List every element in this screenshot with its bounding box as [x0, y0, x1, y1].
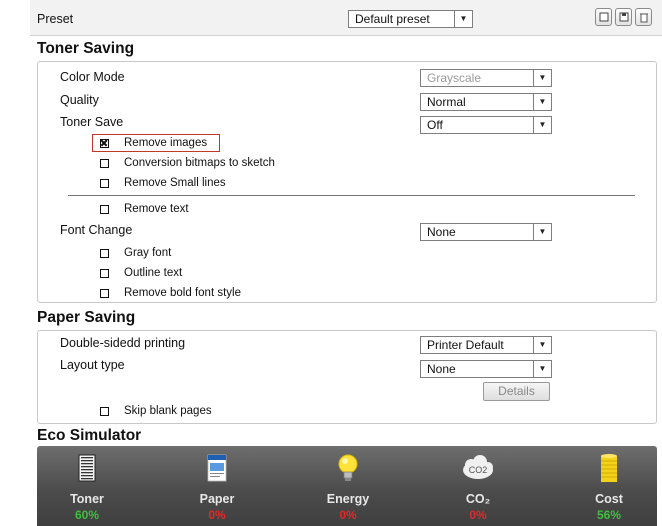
remove-text-checkbox[interactable]: [100, 204, 109, 214]
skip-blank-pages-label: Skip blank pages: [124, 405, 212, 417]
color-mode-value: Grayscale: [427, 71, 482, 85]
gray-font-label: Gray font: [124, 247, 172, 259]
coins-icon: [601, 454, 617, 482]
quality-label: Quality: [60, 93, 99, 107]
eco-value-paper: 0%: [208, 508, 226, 522]
conversion-bitmaps-checkbox[interactable]: [100, 158, 109, 168]
toner-icon: [78, 454, 96, 482]
eco-value-toner: 60%: [74, 508, 100, 522]
preset-label: Preset: [37, 12, 74, 26]
font-change-label: Font Change: [60, 223, 133, 237]
details-button[interactable]: Details: [483, 382, 550, 401]
eco-value-co2: 0%: [469, 508, 487, 522]
chevron-down-icon: ▼: [533, 361, 551, 377]
gray-font-option[interactable]: Gray font: [100, 247, 171, 259]
remove-text-option[interactable]: Remove text: [100, 203, 189, 215]
paper-saving-title: Paper Saving: [37, 309, 136, 326]
chevron-down-icon: ▼: [533, 117, 551, 133]
eco-value-cost: 56%: [596, 508, 622, 522]
quality-select[interactable]: Normal ▼: [420, 93, 552, 111]
toner-save-value: Off: [427, 118, 443, 132]
preset-select-value: Default preset: [355, 12, 430, 26]
gray-font-checkbox[interactable]: [100, 248, 109, 258]
remove-bold-checkbox[interactable]: [100, 288, 109, 298]
skip-blank-pages-checkbox[interactable]: [100, 406, 109, 416]
new-document-icon: [599, 12, 608, 22]
conversion-bitmaps-option[interactable]: Conversion bitmaps to sketch: [100, 157, 275, 169]
layout-type-value: None: [427, 362, 456, 376]
remove-text-label: Remove text: [124, 203, 189, 215]
remove-bold-label: Remove bold font style: [124, 287, 241, 299]
preset-select[interactable]: Default preset ▼: [348, 10, 473, 28]
chevron-down-icon: ▼: [533, 337, 551, 353]
chevron-down-icon: ▼: [533, 94, 551, 110]
toner-save-select[interactable]: Off ▼: [420, 116, 552, 134]
color-mode-select[interactable]: Grayscale ▼: [420, 69, 552, 87]
chevron-down-icon: ▼: [533, 224, 551, 240]
trash-icon: [639, 13, 648, 22]
preset-actions: [595, 8, 652, 26]
remove-images-label: Remove images: [124, 137, 208, 149]
outline-text-option[interactable]: Outline text: [100, 267, 182, 279]
skip-blank-pages-option[interactable]: Skip blank pages: [100, 405, 212, 417]
delete-preset-button[interactable]: [635, 8, 652, 26]
eco-print-settings-panel: Preset Default preset ▼ Toner Saving Col…: [0, 0, 662, 526]
eco-label-co2: CO₂: [465, 492, 491, 506]
remove-small-lines-option[interactable]: Remove Small lines: [100, 177, 226, 189]
eco-simulator-panel: Toner 60% Paper 0% Energy 0% CO2 CO₂ 0% …: [37, 446, 657, 526]
double-sided-value: Printer Default: [427, 338, 504, 352]
divider: [68, 195, 635, 196]
toner-save-label: Toner Save: [60, 115, 124, 129]
co2-icon-text: CO2: [469, 465, 488, 475]
remove-small-lines-label: Remove Small lines: [124, 177, 226, 189]
outline-text-checkbox[interactable]: [100, 268, 109, 278]
chevron-down-icon: ▼: [454, 11, 472, 27]
toner-saving-title: Toner Saving: [37, 40, 135, 57]
paper-icon: [207, 454, 227, 482]
bulb-icon: [338, 454, 358, 481]
save-preset-button[interactable]: [615, 8, 632, 26]
layout-type-select[interactable]: None ▼: [420, 360, 552, 378]
font-change-select[interactable]: None ▼: [420, 223, 552, 241]
co2-cloud-icon: CO2: [463, 455, 493, 479]
preset-bar: Preset Default preset ▼: [30, 0, 662, 36]
eco-label-toner: Toner: [70, 492, 104, 506]
conversion-bitmaps-label: Conversion bitmaps to sketch: [124, 157, 275, 169]
save-icon: [619, 12, 628, 22]
eco-value-energy: 0%: [339, 508, 357, 522]
new-preset-button[interactable]: [595, 8, 612, 26]
remove-images-option[interactable]: Remove images: [100, 137, 207, 149]
layout-type-label: Layout type: [60, 358, 125, 372]
remove-bold-option[interactable]: Remove bold font style: [100, 287, 241, 299]
font-change-value: None: [427, 225, 456, 239]
outline-text-label: Outline text: [124, 267, 183, 279]
quality-value: Normal: [427, 95, 466, 109]
eco-label-cost: Cost: [595, 492, 623, 506]
remove-images-checkbox[interactable]: [100, 138, 109, 148]
chevron-down-icon: ▼: [533, 70, 551, 86]
color-mode-label: Color Mode: [60, 70, 125, 84]
eco-simulator-title: Eco Simulator: [37, 427, 142, 444]
eco-label-paper: Paper: [199, 492, 235, 506]
eco-label-energy: Energy: [326, 492, 370, 506]
remove-small-lines-checkbox[interactable]: [100, 178, 109, 188]
double-sided-select[interactable]: Printer Default ▼: [420, 336, 552, 354]
double-sided-label: Double-sidedd printing: [60, 336, 186, 350]
